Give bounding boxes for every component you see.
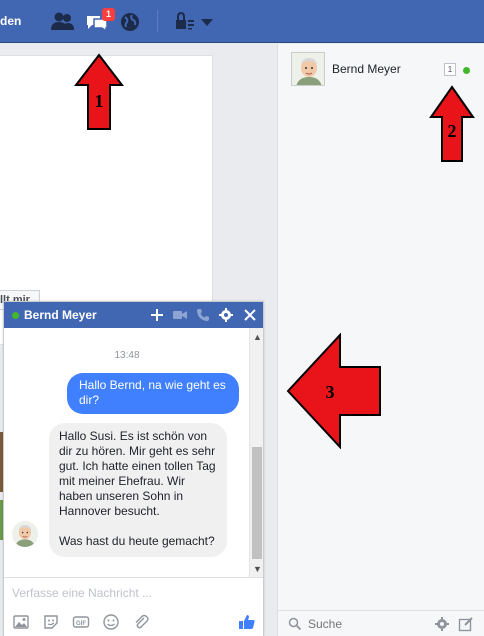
video-call-icon[interactable]	[172, 307, 188, 323]
photo-icon[interactable]	[12, 613, 30, 631]
chat-header[interactable]: Bernd Meyer	[4, 302, 263, 328]
sticker-icon[interactable]	[42, 613, 60, 631]
globe-icon[interactable]	[119, 10, 145, 34]
search-icon	[288, 617, 302, 631]
emoji-icon[interactable]	[102, 613, 120, 631]
new-message-icon[interactable]	[458, 616, 474, 632]
online-status-dot	[12, 312, 19, 319]
chat-window: Bernd Meyer 13:48 Hallo Bernd, na wie ge…	[3, 301, 264, 636]
online-status-dot	[463, 67, 470, 74]
scroll-up-icon[interactable]: ▲	[253, 332, 262, 342]
avatar[interactable]	[12, 521, 38, 547]
outgoing-message: Hallo Bernd, na wie geht es dir?	[67, 373, 239, 414]
chat-messages: 13:48 Hallo Bernd, na wie geht es dir? H…	[4, 328, 263, 577]
annotation-arrow-3: 3	[286, 333, 381, 449]
annotation-label-3: 3	[326, 382, 335, 402]
annotation-arrow-1: 1	[74, 53, 124, 130]
scrollbar-thumb[interactable]	[252, 447, 262, 559]
annotation-label-1: 1	[95, 91, 104, 111]
contact-item[interactable]: Bernd Meyer 1	[291, 52, 476, 86]
annotation-arrow-2: 2	[429, 85, 475, 162]
account-menu-dropdown-icon[interactable]	[199, 10, 225, 34]
friend-requests-icon[interactable]	[50, 10, 76, 34]
message-input[interactable]	[12, 584, 252, 602]
attachment-icon[interactable]	[132, 613, 150, 631]
privacy-lock-icon[interactable]	[174, 10, 200, 34]
message-composer	[4, 577, 263, 607]
notification-badge: 1	[102, 8, 115, 21]
chat-scrollbar[interactable]: ▲ ▼	[249, 328, 263, 577]
incoming-message: Hallo Susi. Es ist schön von dir zu höre…	[49, 423, 227, 557]
chat-toolbar: GIF	[4, 607, 263, 636]
like-thumbs-up-icon[interactable]	[238, 613, 256, 631]
avatar	[291, 52, 325, 86]
message-timestamp: 13:48	[114, 350, 140, 361]
sidebar-search-input[interactable]	[308, 615, 418, 633]
sidebar-search-bar	[278, 610, 484, 636]
annotation-label-2: 2	[448, 121, 457, 141]
chat-title[interactable]: Bernd Meyer	[24, 308, 97, 322]
gif-icon[interactable]: GIF	[72, 613, 90, 631]
topbar-text[interactable]: den	[0, 14, 21, 28]
close-icon[interactable]	[242, 307, 258, 323]
phone-call-icon[interactable]	[195, 307, 211, 323]
contact-name: Bernd Meyer	[332, 62, 401, 76]
gear-icon[interactable]	[218, 307, 234, 323]
scroll-down-icon[interactable]: ▼	[253, 564, 262, 574]
contact-count-badge: 1	[444, 63, 456, 76]
svg-text:GIF: GIF	[76, 621, 86, 627]
top-navigation-bar: den 1	[0, 0, 484, 43]
gear-icon[interactable]	[434, 616, 450, 632]
add-person-icon[interactable]	[149, 307, 165, 323]
topbar-divider	[157, 10, 158, 32]
